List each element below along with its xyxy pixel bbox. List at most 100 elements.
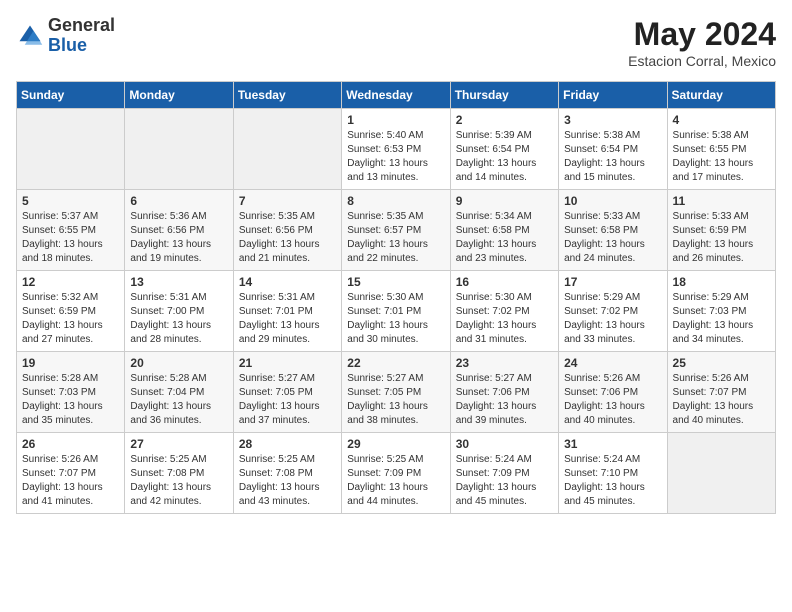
day-cell: 6 Sunrise: 5:36 AMSunset: 6:56 PMDaylight… [125, 190, 233, 271]
day-cell: 23Sunrise: 5:27 AMSunset: 7:06 PMDayligh… [450, 352, 558, 433]
col-header-friday: Friday [559, 82, 667, 109]
day-cell: 5 Sunrise: 5:37 AMSunset: 6:55 PMDaylight… [17, 190, 125, 271]
day-number: 29 [347, 437, 444, 451]
week-row-4: 19 Sunrise: 5:28 AMSunset: 7:03 PMDayligh… [17, 352, 776, 433]
day-info: Sunrise: 5:37 AMSunset: 6:55 PMDaylight:… [22, 210, 119, 266]
day-cell [233, 109, 341, 190]
day-cell: 10 Sunrise: 5:33 AMSunset: 6:58 PMDayligh… [559, 190, 667, 271]
day-number: 19 [22, 356, 119, 370]
day-number: 2 [456, 113, 553, 127]
day-cell: 22Sunrise: 5:27 AMSunset: 7:05 PMDayligh… [342, 352, 450, 433]
day-info: Sunrise: 5:28 AMSunset: 7:03 PMDaylight:… [22, 372, 119, 428]
day-number: 24 [564, 356, 661, 370]
day-number: 30 [456, 437, 553, 451]
day-info: Sunrise: 5:24 AMSunset: 7:10 PMDaylight:… [564, 453, 661, 509]
day-number: 21 [239, 356, 336, 370]
day-number: 10 [564, 194, 661, 208]
day-info: Sunrise: 5:30 AMSunset: 7:01 PMDaylight:… [347, 291, 444, 347]
day-info: Sunrise: 5:33 AMSunset: 6:59 PMDaylight:… [673, 210, 770, 266]
day-cell: 21 Sunrise: 5:27 AMSunset: 7:05 PMDayligh… [233, 352, 341, 433]
day-info: Sunrise: 5:40 AMSunset: 6:53 PMDaylight:… [347, 129, 444, 185]
day-number: 14 [239, 275, 336, 289]
day-cell: 26 Sunrise: 5:26 AMSunset: 7:07 PMDayligh… [17, 433, 125, 514]
day-info: Sunrise: 5:26 AMSunset: 7:07 PMDaylight:… [22, 453, 119, 509]
col-header-monday: Monday [125, 82, 233, 109]
day-number: 12 [22, 275, 119, 289]
day-cell: 4 Sunrise: 5:38 AMSunset: 6:55 PMDaylight… [667, 109, 775, 190]
day-number: 26 [22, 437, 119, 451]
day-number: 1 [347, 113, 444, 127]
day-info: Sunrise: 5:25 AMSunset: 7:09 PMDaylight:… [347, 453, 444, 509]
day-number: 27 [130, 437, 227, 451]
calendar-title: May 2024 [628, 16, 776, 53]
day-number: 16 [456, 275, 553, 289]
day-cell: 12 Sunrise: 5:32 AMSunset: 6:59 PMDayligh… [17, 271, 125, 352]
day-info: Sunrise: 5:35 AMSunset: 6:56 PMDaylight:… [239, 210, 336, 266]
day-number: 6 [130, 194, 227, 208]
day-cell: 28Sunrise: 5:25 AMSunset: 7:08 PMDayligh… [233, 433, 341, 514]
day-number: 5 [22, 194, 119, 208]
day-cell [17, 109, 125, 190]
week-row-5: 26 Sunrise: 5:26 AMSunset: 7:07 PMDayligh… [17, 433, 776, 514]
day-cell [667, 433, 775, 514]
day-info: Sunrise: 5:36 AMSunset: 6:56 PMDaylight:… [130, 210, 227, 266]
day-cell: 30 Sunrise: 5:24 AMSunset: 7:09 PMDayligh… [450, 433, 558, 514]
logo: General Blue [16, 16, 115, 56]
day-info: Sunrise: 5:32 AMSunset: 6:59 PMDaylight:… [22, 291, 119, 347]
day-info: Sunrise: 5:28 AMSunset: 7:04 PMDaylight:… [130, 372, 227, 428]
day-number: 3 [564, 113, 661, 127]
day-number: 4 [673, 113, 770, 127]
week-row-3: 12 Sunrise: 5:32 AMSunset: 6:59 PMDayligh… [17, 271, 776, 352]
day-cell: 16Sunrise: 5:30 AMSunset: 7:02 PMDayligh… [450, 271, 558, 352]
day-cell: 27 Sunrise: 5:25 AMSunset: 7:08 PMDayligh… [125, 433, 233, 514]
day-cell: 13Sunrise: 5:31 AMSunset: 7:00 PMDayligh… [125, 271, 233, 352]
day-cell: 15Sunrise: 5:30 AMSunset: 7:01 PMDayligh… [342, 271, 450, 352]
day-cell: 24 Sunrise: 5:26 AMSunset: 7:06 PMDayligh… [559, 352, 667, 433]
day-number: 18 [673, 275, 770, 289]
day-number: 31 [564, 437, 661, 451]
day-cell: 18 Sunrise: 5:29 AMSunset: 7:03 PMDayligh… [667, 271, 775, 352]
col-header-thursday: Thursday [450, 82, 558, 109]
day-number: 28 [239, 437, 336, 451]
day-cell: 11Sunrise: 5:33 AMSunset: 6:59 PMDayligh… [667, 190, 775, 271]
day-info: Sunrise: 5:24 AMSunset: 7:09 PMDaylight:… [456, 453, 553, 509]
day-info: Sunrise: 5:27 AMSunset: 7:05 PMDaylight:… [347, 372, 444, 428]
day-number: 25 [673, 356, 770, 370]
day-cell: 19 Sunrise: 5:28 AMSunset: 7:03 PMDayligh… [17, 352, 125, 433]
day-cell: 9 Sunrise: 5:34 AMSunset: 6:58 PMDaylight… [450, 190, 558, 271]
week-row-2: 5 Sunrise: 5:37 AMSunset: 6:55 PMDaylight… [17, 190, 776, 271]
day-number: 8 [347, 194, 444, 208]
day-info: Sunrise: 5:29 AMSunset: 7:03 PMDaylight:… [673, 291, 770, 347]
day-info: Sunrise: 5:26 AMSunset: 7:06 PMDaylight:… [564, 372, 661, 428]
day-cell: 20 Sunrise: 5:28 AMSunset: 7:04 PMDayligh… [125, 352, 233, 433]
day-info: Sunrise: 5:39 AMSunset: 6:54 PMDaylight:… [456, 129, 553, 185]
col-header-sunday: Sunday [17, 82, 125, 109]
day-number: 20 [130, 356, 227, 370]
day-info: Sunrise: 5:38 AMSunset: 6:54 PMDaylight:… [564, 129, 661, 185]
page-header: General Blue May 2024 Estacion Corral, M… [16, 16, 776, 69]
day-info: Sunrise: 5:25 AMSunset: 7:08 PMDaylight:… [130, 453, 227, 509]
logo-blue-text: Blue [48, 35, 87, 55]
day-info: Sunrise: 5:26 AMSunset: 7:07 PMDaylight:… [673, 372, 770, 428]
day-number: 9 [456, 194, 553, 208]
day-number: 17 [564, 275, 661, 289]
day-info: Sunrise: 5:29 AMSunset: 7:02 PMDaylight:… [564, 291, 661, 347]
logo-icon [16, 22, 44, 50]
day-info: Sunrise: 5:33 AMSunset: 6:58 PMDaylight:… [564, 210, 661, 266]
calendar-subtitle: Estacion Corral, Mexico [628, 53, 776, 69]
col-header-saturday: Saturday [667, 82, 775, 109]
day-info: Sunrise: 5:34 AMSunset: 6:58 PMDaylight:… [456, 210, 553, 266]
col-header-wednesday: Wednesday [342, 82, 450, 109]
day-info: Sunrise: 5:38 AMSunset: 6:55 PMDaylight:… [673, 129, 770, 185]
col-header-tuesday: Tuesday [233, 82, 341, 109]
title-block: May 2024 Estacion Corral, Mexico [628, 16, 776, 69]
day-cell: 1 Sunrise: 5:40 AMSunset: 6:53 PMDaylight… [342, 109, 450, 190]
week-row-1: 1 Sunrise: 5:40 AMSunset: 6:53 PMDaylight… [17, 109, 776, 190]
day-cell: 7Sunrise: 5:35 AMSunset: 6:56 PMDaylight… [233, 190, 341, 271]
day-cell: 29 Sunrise: 5:25 AMSunset: 7:09 PMDayligh… [342, 433, 450, 514]
day-info: Sunrise: 5:35 AMSunset: 6:57 PMDaylight:… [347, 210, 444, 266]
day-cell: 3 Sunrise: 5:38 AMSunset: 6:54 PMDaylight… [559, 109, 667, 190]
day-info: Sunrise: 5:27 AMSunset: 7:05 PMDaylight:… [239, 372, 336, 428]
calendar-table: SundayMondayTuesdayWednesdayThursdayFrid… [16, 81, 776, 514]
day-cell [125, 109, 233, 190]
